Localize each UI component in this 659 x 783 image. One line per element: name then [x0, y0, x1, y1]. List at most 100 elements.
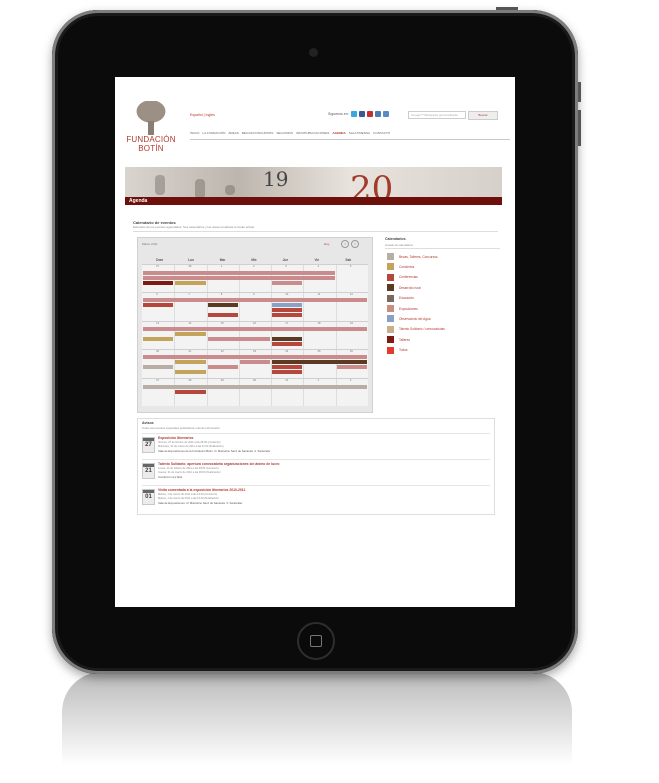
- day-number[interactable]: 1: [318, 379, 320, 382]
- facebook-icon[interactable]: [358, 111, 365, 117]
- legend-item[interactable]: Conciertos: [387, 263, 414, 271]
- legend-item[interactable]: Observatorio del Agua: [387, 315, 431, 323]
- day-number[interactable]: 10: [285, 293, 288, 296]
- calendar-event[interactable]: [272, 303, 303, 308]
- calendar-event[interactable]: [207, 313, 238, 318]
- day-number[interactable]: 27: [156, 265, 159, 268]
- legend-item[interactable]: Becas, Talleres, Concursos: [387, 253, 438, 260]
- day-number[interactable]: 28: [188, 265, 191, 268]
- day-number[interactable]: 20: [156, 350, 159, 353]
- calendar-event[interactable]: [336, 365, 367, 370]
- calendar-event[interactable]: [272, 308, 303, 313]
- calendar-event[interactable]: [272, 360, 367, 365]
- calendar-event[interactable]: [272, 336, 303, 341]
- nav-item[interactable]: BECAS/CONCURSOS: [242, 131, 273, 135]
- twitter-icon[interactable]: [350, 111, 357, 117]
- prev-month-icon[interactable]: ‹: [341, 240, 349, 248]
- nav-item[interactable]: INICIO: [190, 131, 199, 135]
- linkedin-icon[interactable]: [374, 111, 381, 117]
- calendar-event[interactable]: [272, 365, 303, 370]
- day-number[interactable]: 11: [318, 293, 321, 296]
- notice-title[interactable]: Exposición Itinerarios: [158, 436, 193, 440]
- legend-item[interactable]: Desarrollo rural: [387, 284, 421, 292]
- calendar-event[interactable]: [143, 365, 174, 370]
- day-number[interactable]: 21: [188, 350, 191, 353]
- calendar-event[interactable]: [143, 281, 174, 285]
- day-number[interactable]: 29: [221, 379, 224, 382]
- next-month-icon[interactable]: ›: [351, 240, 359, 248]
- day-number[interactable]: 16: [253, 322, 256, 325]
- calendar-event[interactable]: [272, 313, 303, 318]
- day-number[interactable]: 2: [253, 265, 255, 268]
- search-input[interactable]: Google™ Búsqueda personalizada: [408, 111, 466, 119]
- day-number[interactable]: 28: [188, 379, 191, 382]
- calendar-event[interactable]: [143, 355, 367, 360]
- calendar-event[interactable]: [207, 365, 238, 370]
- nav-item[interactable]: LA FUNDACIÓN: [202, 131, 225, 135]
- day-number[interactable]: 9: [253, 293, 255, 296]
- calendar-event[interactable]: [175, 370, 206, 375]
- day-number[interactable]: 27: [156, 379, 159, 382]
- language-switch[interactable]: Español | Inglés: [190, 113, 215, 117]
- legend-item[interactable]: Educación: [387, 294, 414, 302]
- calendar-event[interactable]: [207, 303, 238, 308]
- nav-item[interactable]: CONTACTO: [373, 131, 390, 135]
- day-number[interactable]: 2: [350, 379, 352, 382]
- day-number[interactable]: 13: [156, 322, 159, 325]
- day-number[interactable]: 19: [350, 322, 353, 325]
- today-button[interactable]: Hoy: [324, 242, 329, 246]
- youtube-icon[interactable]: [366, 111, 373, 117]
- calendar-event[interactable]: [175, 331, 206, 336]
- day-number[interactable]: 30: [253, 379, 256, 382]
- notice-item[interactable]: 01 Visita comentada a la exposición Itine…: [142, 485, 490, 508]
- calendar-event[interactable]: [143, 298, 367, 303]
- day-number[interactable]: 22: [221, 350, 224, 353]
- nav-item[interactable]: SEGUIMOS: [276, 131, 293, 135]
- legend-item[interactable]: Talleres: [387, 336, 410, 344]
- calendar-event[interactable]: [239, 360, 271, 365]
- calendar-event[interactable]: [175, 389, 206, 394]
- notice-item[interactable]: 21 Talento Solidario: apertura convocator…: [142, 459, 490, 482]
- day-number[interactable]: 8: [221, 293, 223, 296]
- notice-title[interactable]: Visita comentada a la exposición Itinera…: [158, 488, 245, 492]
- day-number[interactable]: 24: [285, 350, 288, 353]
- legend-item[interactable]: Conferencias: [387, 273, 418, 281]
- nav-item[interactable]: INFO/PUBLICACIONES: [296, 131, 329, 135]
- day-number[interactable]: 18: [318, 322, 321, 325]
- site-logo[interactable]: FUNDACIÓN BOTÍN: [125, 101, 177, 157]
- calendar-event[interactable]: [175, 281, 206, 285]
- day-number[interactable]: 25: [318, 350, 321, 353]
- day-number[interactable]: 14: [188, 322, 191, 325]
- calendar-event[interactable]: [143, 326, 367, 331]
- day-number[interactable]: 31: [285, 379, 288, 382]
- home-button[interactable]: [297, 622, 335, 660]
- calendar-event[interactable]: [175, 360, 206, 365]
- day-number[interactable]: 7: [188, 293, 190, 296]
- day-number[interactable]: 17: [285, 322, 288, 325]
- notice-item[interactable]: 27 Exposición Itinerarios Viernes, 27 de f…: [142, 433, 490, 456]
- day-number[interactable]: 6: [156, 293, 158, 296]
- day-number[interactable]: 4: [318, 265, 320, 268]
- day-number[interactable]: 26: [350, 350, 353, 353]
- rss-icon[interactable]: [382, 111, 389, 117]
- nav-item[interactable]: SALA PRENSA: [349, 131, 370, 135]
- search-button[interactable]: Buscar: [468, 111, 498, 120]
- day-number[interactable]: 5: [350, 265, 352, 268]
- calendar-event[interactable]: [143, 303, 174, 308]
- calendar-event[interactable]: [143, 271, 335, 275]
- day-number[interactable]: 12: [350, 293, 353, 296]
- legend-item[interactable]: Todos: [387, 346, 408, 354]
- calendar-event[interactable]: [143, 276, 335, 280]
- day-number[interactable]: 15: [221, 322, 224, 325]
- calendar-event[interactable]: [143, 384, 367, 389]
- calendar-event[interactable]: [207, 336, 271, 341]
- calendar-event[interactable]: [272, 370, 303, 375]
- calendar-event[interactable]: [272, 281, 303, 285]
- day-number[interactable]: 1: [221, 265, 223, 268]
- calendar-event[interactable]: [272, 341, 303, 346]
- calendar-event[interactable]: [143, 336, 174, 341]
- legend-item[interactable]: Talento Solidario / convocatorias: [387, 325, 445, 333]
- legend-item[interactable]: Exposiciones: [387, 305, 418, 312]
- nav-item[interactable]: ÁREAS: [228, 131, 239, 135]
- day-number[interactable]: 23: [253, 350, 256, 353]
